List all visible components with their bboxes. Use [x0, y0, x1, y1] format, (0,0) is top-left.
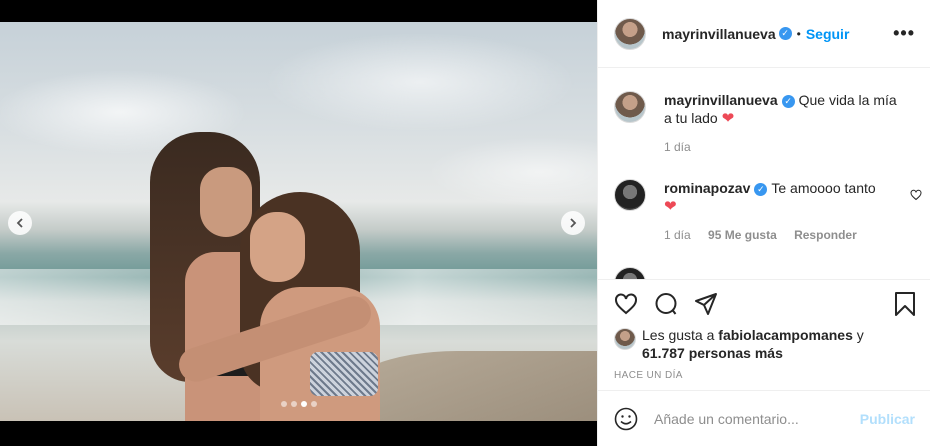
share-icon[interactable]	[694, 292, 718, 316]
carousel-dot	[280, 401, 287, 407]
verified-icon: ✓	[754, 182, 768, 196]
carousel-next-button[interactable]	[561, 211, 585, 235]
reply-button[interactable]: Responder	[794, 228, 857, 242]
emoji-icon[interactable]	[614, 407, 638, 431]
comment-icon[interactable]	[654, 292, 678, 316]
carousel-dot	[290, 401, 297, 407]
chevron-left-icon	[16, 218, 23, 228]
caption-time[interactable]: 1 día	[664, 140, 691, 154]
likes-count[interactable]: 61.787 personas más	[642, 345, 783, 361]
post-sidebar: mayrinvillanueva ✓ • Seguir ••• mayrinvi…	[597, 0, 930, 446]
author-username[interactable]: mayrinvillanueva	[662, 26, 776, 42]
verified-icon: ✓	[778, 27, 792, 40]
comment-time[interactable]: 1 día	[664, 228, 691, 242]
caption-username[interactable]: mayrinvillanueva	[664, 92, 778, 108]
comment-item: rominapozav ✓ Te amoooo tanto ❤ 1 día 95 M…	[614, 179, 922, 242]
avatar[interactable]	[614, 17, 646, 50]
post-actions: Les gusta a fabiolacampomanes y 61.787 p…	[598, 279, 930, 381]
avatar[interactable]	[614, 91, 646, 123]
carousel-indicator	[0, 401, 597, 407]
comments-list[interactable]: mayrinvillanueva ✓ Que vida la mía a tu la…	[598, 69, 930, 279]
verified-icon: ✓	[781, 94, 795, 108]
post-photo[interactable]	[0, 22, 597, 421]
avatar[interactable]	[614, 179, 646, 211]
comment-username[interactable]: rominapozav	[664, 180, 750, 196]
comment-item-partial	[614, 267, 914, 279]
comment-text: Te amoooo tanto	[771, 180, 876, 196]
heart-emoji: ❤	[664, 198, 677, 215]
heart-emoji: ❤	[721, 110, 735, 127]
follow-button[interactable]: Seguir	[806, 26, 850, 42]
likes-summary: Les gusta a fabiolacampomanes y 61.787 p…	[614, 326, 914, 362]
comment-input[interactable]	[654, 410, 854, 427]
carousel-prev-button[interactable]	[8, 211, 32, 235]
comment-like-icon[interactable]	[910, 189, 922, 201]
heart-icon[interactable]	[614, 292, 638, 316]
more-icon[interactable]: •••	[893, 24, 915, 42]
carousel-dot	[310, 401, 317, 407]
comment-likes[interactable]: 95 Me gusta	[708, 228, 777, 242]
post-time[interactable]: HACE UN DÍA	[614, 370, 683, 381]
post-header: mayrinvillanueva ✓ • Seguir •••	[598, 0, 930, 68]
avatar[interactable]	[614, 328, 636, 350]
publish-button[interactable]: Publicar	[860, 411, 915, 427]
chevron-right-icon	[570, 218, 577, 228]
bookmark-icon[interactable]	[894, 292, 916, 316]
carousel-dot	[300, 401, 307, 407]
separator: •	[796, 26, 801, 41]
liked-by-username[interactable]: fabiolacampomanes	[718, 327, 853, 343]
add-comment-bar: Publicar	[598, 390, 930, 446]
caption: mayrinvillanueva ✓ Que vida la mía a tu la…	[614, 91, 914, 154]
post-media	[0, 0, 597, 446]
